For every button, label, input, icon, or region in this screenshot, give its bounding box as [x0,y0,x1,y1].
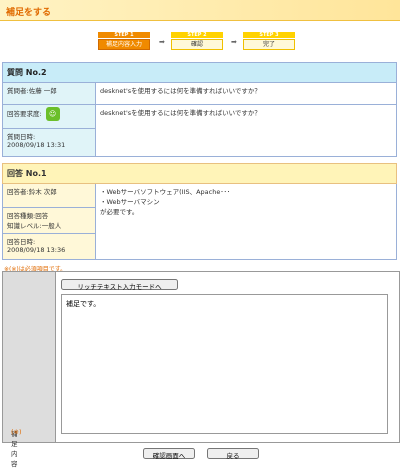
answer-line: ・Webサーバマシン [100,198,160,206]
question-datetime-label: 質問日時: [7,133,36,141]
question-datetime-cell: 質問日時: 2008/09/18 13:31 [2,128,96,157]
answer-responder: 回答者:鈴木 次郎 [2,183,96,208]
supplement-textarea[interactable]: 補足です。 [61,294,388,434]
answer-datetime-label: 回答日時: [7,238,36,246]
back-button[interactable]: 戻る [207,448,259,460]
rich-text-mode-button[interactable]: リッチテキスト入力モードへ [61,279,178,291]
answer-datetime-cell: 回答日時: 2008/09/18 13:36 [2,233,96,260]
answer-type-cell: 回答種類:回答 知識レベル:一般人 [2,207,96,234]
answer-datetime: 2008/09/18 13:36 [7,246,66,254]
question-header: 質問 No.2 [2,62,397,83]
step-1-label: 補足内容入力 [98,39,150,50]
urgency-label: 回答要求度: [7,110,42,118]
urgency-cell: 回答要求度: ☺ [2,104,96,129]
step-2-label: 確認 [171,39,223,50]
question-asker: 質問者:佐藤 一郎 [2,82,96,105]
arrow-right-icon: ➡ [231,38,237,46]
confirm-button[interactable]: 確認画面へ [143,448,195,460]
question-body: desknet'sを使用するには何を準備すればいいですか？ [95,104,397,157]
question-box: 質問 No.2 質問者:佐藤 一郎 desknet'sを使用するには何を準備すれ… [2,62,397,157]
answer-line: が必要です。 [100,208,139,216]
answer-level: 知識レベル:一般人 [7,222,62,230]
step-2: STEP 2 確認 [171,32,223,50]
required-mark: (※) [11,428,22,436]
page-title: 補足をする [6,8,52,18]
question-datetime: 2008/09/18 13:31 [7,141,66,149]
answer-body: ・Webサーバソフトウェア(IIS、Apache･･･ ・Webサーバマシン が… [95,183,397,260]
step-3-number: STEP 3 [243,32,295,38]
step-2-number: STEP 2 [171,32,223,38]
page-header: 補足をする [0,0,400,21]
supplement-label-cell: 補足内容 (※) [3,272,56,468]
answer-box: 回答 No.1 回答者:鈴木 次郎 ・Webサーバソフトウェア(IIS、Apac… [2,163,397,260]
answer-type: 回答種類:回答 [7,212,49,220]
step-3: STEP 3 完了 [243,32,295,50]
question-title: desknet'sを使用するには何を準備すればいいですか？ [95,82,397,105]
answer-line: ・Webサーバソフトウェア(IIS、Apache･･･ [100,188,231,196]
urgency-icon: ☺ [45,107,60,121]
step-1-number: STEP 1 [98,32,150,38]
step-3-label: 完了 [243,39,295,50]
supplement-form: 補足内容 (※) リッチテキスト入力モードへ 補足です。 [2,271,400,468]
arrow-right-icon: ➡ [159,38,165,46]
answer-header: 回答 No.1 [2,163,397,184]
step-1: STEP 1 補足内容入力 [98,32,150,50]
